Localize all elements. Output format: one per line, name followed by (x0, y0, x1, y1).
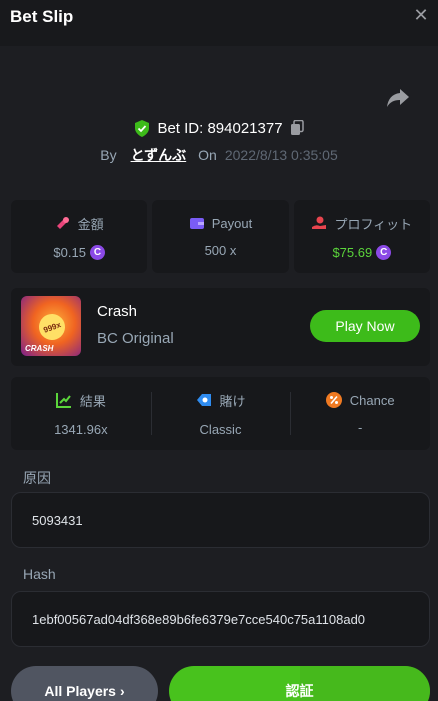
chart-icon (55, 393, 71, 408)
game-provider: BC Original (97, 330, 174, 347)
stat-profit-value: $75.69 (332, 244, 373, 260)
game-thumbnail[interactable]: 999x CRASH (21, 296, 81, 356)
coin-icon: C (376, 244, 392, 260)
game-thumbnail-badge: 999x (35, 310, 69, 344)
on-label: On (198, 147, 217, 163)
result-value: 1341.96x (54, 421, 108, 437)
by-label: By (100, 147, 117, 163)
share-icon[interactable] (386, 86, 410, 108)
bet-time: 2022/8/13 0:35:05 (224, 147, 338, 163)
seed-label: 原因 (23, 470, 51, 486)
bet-id: Bet ID: 894021377 (157, 119, 283, 137)
bottom-actions: All Players › 認証 (11, 666, 430, 701)
bet-slip-title: Bet Slip (10, 7, 74, 26)
all-players-button[interactable]: All Players › (11, 666, 158, 701)
stat-payout-label: Payout (211, 215, 253, 231)
stat-amount-value: $0.15 (53, 244, 86, 260)
coin-bag-icon (56, 217, 69, 229)
profit-icon (312, 216, 327, 229)
bet-byline: By とずんぶ On 2022/8/13 0:35:05 (0, 145, 438, 165)
play-now-button[interactable]: Play Now (310, 310, 420, 342)
bet-id-row: Bet ID: 894021377 (0, 118, 438, 138)
game-card: 999x CRASH Crash BC Original Play Now (11, 288, 430, 366)
all-players-label: All Players (44, 683, 116, 699)
stat-amount: 金額 $0.15 C (11, 200, 148, 273)
game-thumbnail-tag: CRASH (25, 344, 54, 353)
verify-label: 認証 (285, 683, 314, 699)
bet-type-label: 賭け (219, 393, 246, 409)
seed-value: 5093431 (32, 512, 83, 528)
result-label: 結果 (79, 393, 106, 409)
game-name: Crash (97, 303, 138, 320)
stat-profit: プロフィット $75.69 C (293, 200, 430, 273)
wallet-icon (189, 218, 204, 229)
result-col-bet: 賭け Classic (150, 377, 291, 450)
copy-icon[interactable] (290, 120, 304, 136)
result-panel: 結果 1341.96x 賭け Classic Chance - (11, 377, 430, 450)
hash-field[interactable]: 1ebf00567ad04df368e89b6fe6379e7cce540c75… (11, 591, 430, 647)
hash-label: Hash (23, 566, 56, 582)
result-col-chance: Chance - (290, 377, 430, 450)
chance-label: Chance (349, 392, 395, 408)
chevron-right-icon: › (119, 683, 125, 699)
bet-stats: 金額 $0.15 C Payout 500 x プロフィット $75.69 C (11, 200, 430, 273)
percent-icon (325, 392, 342, 408)
close-icon[interactable]: ✕ (412, 6, 430, 24)
seed-field[interactable]: 5093431 (11, 492, 430, 548)
bet-icon (196, 394, 211, 406)
bet-slip-header: Bet Slip ✕ (0, 0, 438, 46)
stat-payout-value: 500 x (204, 242, 237, 258)
bet-type-value: Classic (199, 421, 242, 437)
result-col-result: 結果 1341.96x (11, 377, 151, 450)
stat-amount-label: 金額 (77, 216, 104, 232)
hash-value: 1ebf00567ad04df368e89b6fe6379e7cce540c75… (32, 611, 366, 627)
chance-value: - (358, 420, 363, 435)
stat-profit-label: プロフィット (334, 216, 413, 232)
stat-payout: Payout 500 x (152, 200, 289, 273)
user-link[interactable]: とずんぶ (131, 145, 187, 165)
shield-icon (135, 119, 150, 137)
verify-button[interactable]: 認証 (169, 666, 430, 701)
coin-icon: C (89, 244, 105, 260)
